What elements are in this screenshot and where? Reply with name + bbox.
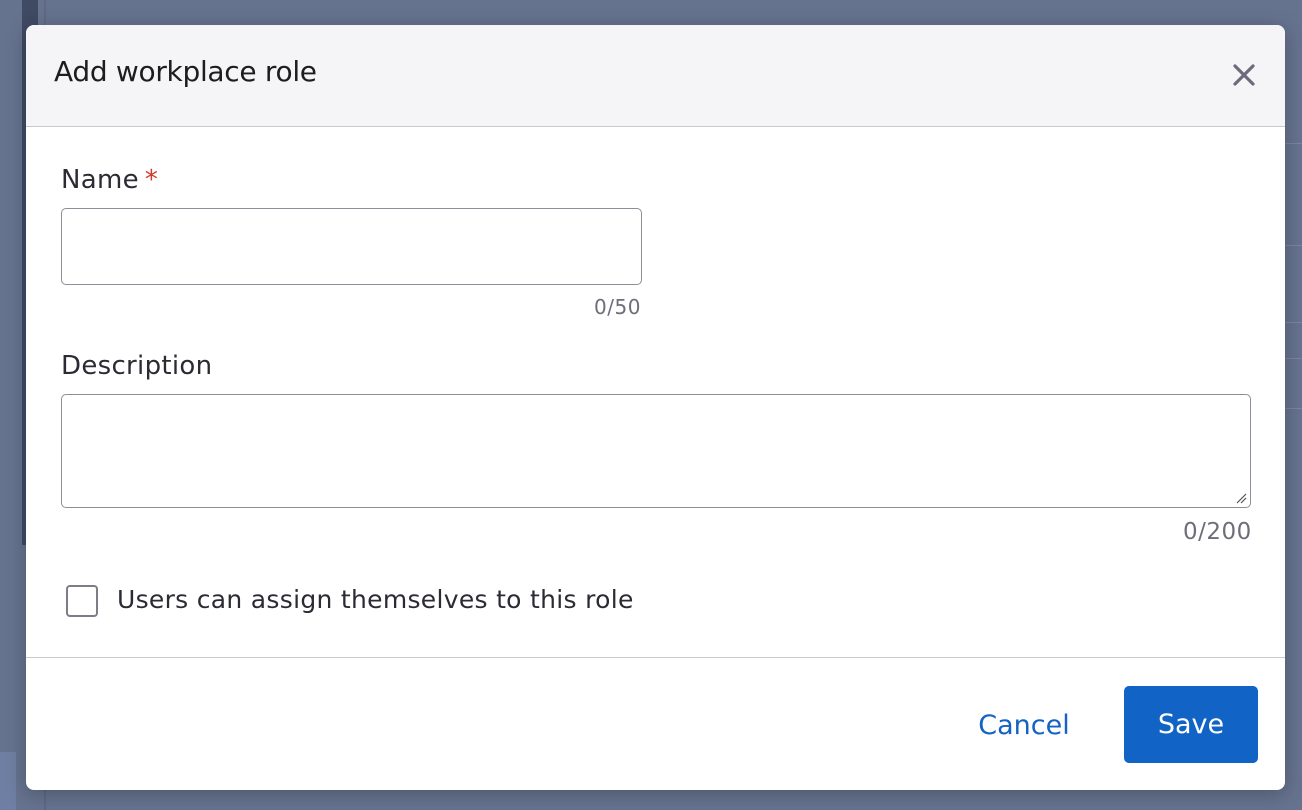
footer-divider: [26, 657, 1285, 658]
save-button[interactable]: Save: [1124, 686, 1258, 763]
close-icon: [1233, 64, 1255, 86]
required-marker: *: [144, 165, 159, 195]
background-row-line: [1284, 322, 1302, 323]
dialog-header: Add workplace role: [26, 25, 1285, 127]
background-row-line: [1284, 245, 1302, 246]
dialog-title: Add workplace role: [54, 55, 317, 88]
cancel-button[interactable]: Cancel: [968, 687, 1080, 763]
background-row-line: [1284, 143, 1302, 144]
name-char-counter: 0/50: [594, 295, 641, 319]
name-input[interactable]: [61, 208, 642, 285]
name-label-text: Name: [61, 165, 139, 195]
background-row-line: [1284, 408, 1302, 409]
resize-handle-icon[interactable]: [1235, 492, 1247, 504]
close-button[interactable]: [1229, 60, 1259, 90]
background-row-line: [1284, 358, 1302, 359]
background-panel: [0, 752, 16, 810]
name-label: Name *: [61, 165, 158, 195]
description-label: Description: [61, 351, 213, 381]
description-char-counter: 0/200: [1183, 519, 1252, 545]
description-textarea[interactable]: [61, 394, 1251, 508]
self-assign-checkbox[interactable]: [66, 585, 98, 617]
self-assign-label[interactable]: Users can assign themselves to this role: [117, 585, 634, 614]
add-role-dialog: Add workplace role Name * 0/50 Descriptio…: [26, 25, 1285, 790]
